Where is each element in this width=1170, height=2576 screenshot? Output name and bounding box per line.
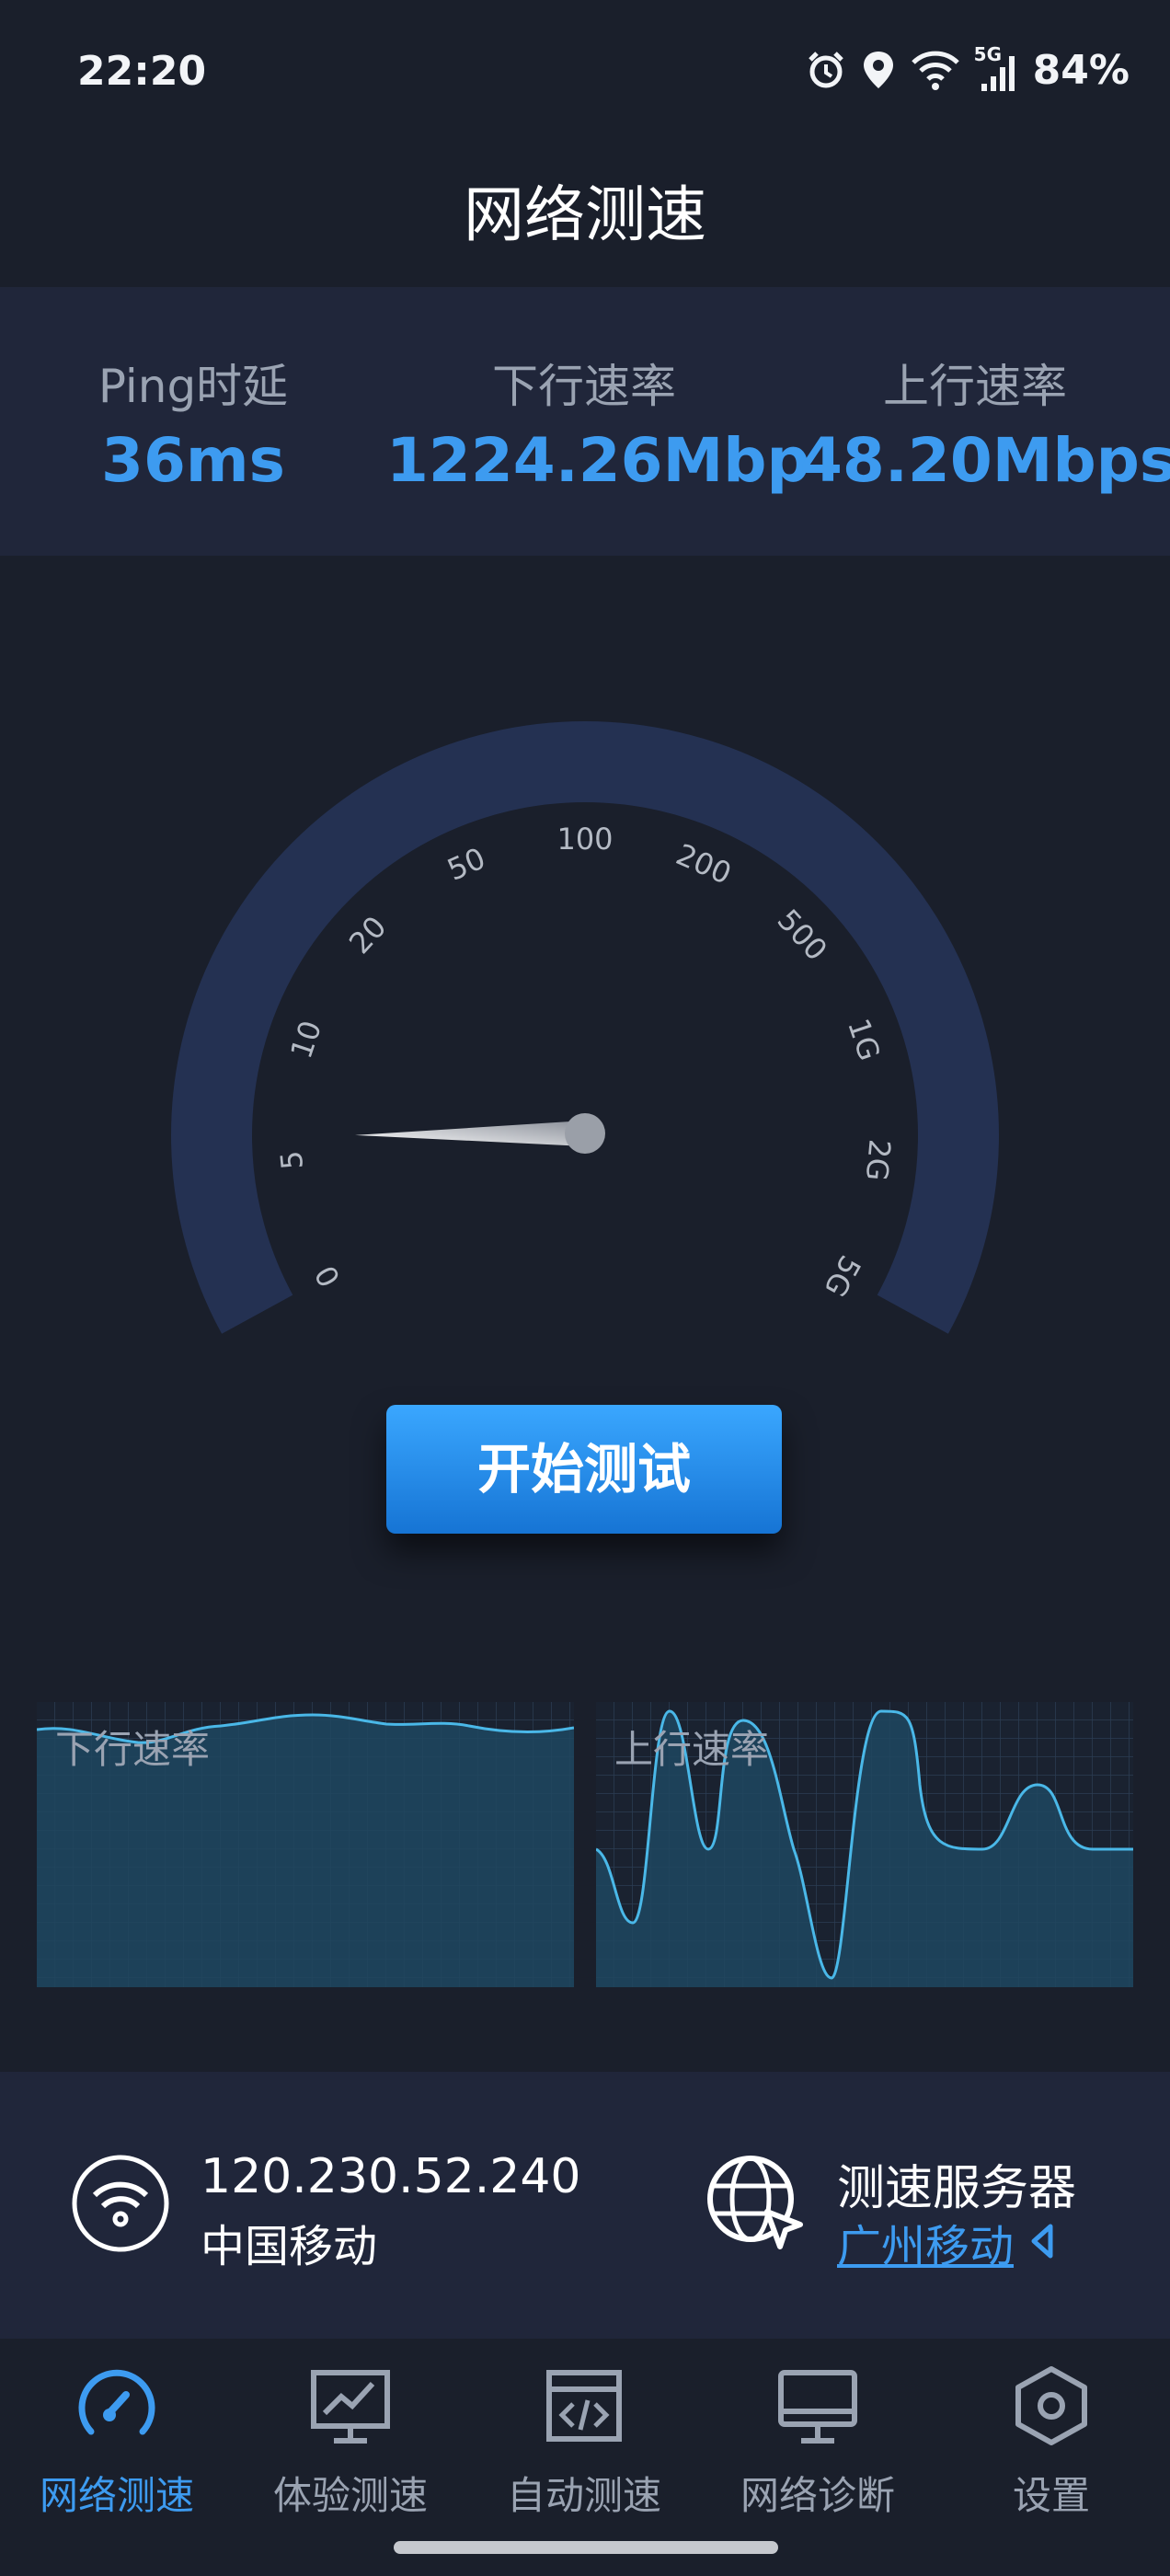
code-window-icon bbox=[467, 2362, 701, 2450]
network-info-panel: 120.230.52.240 中国移动 测速服务器 广州移动 bbox=[0, 2072, 1170, 2339]
gauge-tick-label: 10 bbox=[283, 1017, 328, 1064]
chart-monitor-icon bbox=[234, 2362, 467, 2450]
gauge-tick-labels: 0 5 10 20 50 100 200 5001G 2G 5G bbox=[273, 822, 897, 1303]
nav-label: 设置 bbox=[1012, 2473, 1090, 2518]
nav-experience-speed-test[interactable]: 体验测速 bbox=[234, 2362, 467, 2521]
server-name-link[interactable]: 广州移动 bbox=[837, 2210, 1014, 2274]
server-title: 测速服务器 bbox=[837, 2161, 1077, 2216]
status-time: 22:20 bbox=[77, 48, 207, 95]
gauge-tick-label: 2G bbox=[859, 1138, 898, 1182]
gauge-tick-label: 100 bbox=[556, 822, 613, 857]
speedometer-icon bbox=[0, 2362, 234, 2450]
nav-auto-speed-test[interactable]: 自动测速 bbox=[467, 2362, 701, 2521]
ip-address: 120.230.52.240 bbox=[201, 2149, 581, 2204]
wifi-icon bbox=[910, 50, 961, 90]
desktop-icon bbox=[701, 2362, 935, 2450]
location-icon bbox=[860, 49, 897, 91]
speed-gauge: 0 5 10 20 50 100 200 5001G 2G 5G bbox=[171, 721, 999, 1334]
nav-label: 网络诊断 bbox=[740, 2473, 895, 2518]
stats-panel: Ping时延 36ms 下行速率 1224.26Mbp 上行速率 48.20Mb… bbox=[0, 287, 1170, 556]
download-value: 1224.26Mbp bbox=[386, 425, 810, 496]
ping-stat: Ping时延 36ms bbox=[55, 350, 331, 496]
battery-level: 84% bbox=[1032, 46, 1130, 94]
gauge-needle bbox=[355, 1121, 586, 1146]
download-label: 下行速率 bbox=[492, 360, 676, 413]
gauge-tick-label: 200 bbox=[671, 836, 736, 891]
gauge-tick-label: 20 bbox=[342, 909, 394, 960]
nav-network-speed-test[interactable]: 网络测速 bbox=[0, 2362, 234, 2521]
ping-value: 36ms bbox=[101, 425, 285, 496]
nav-settings[interactable]: 设置 bbox=[935, 2362, 1168, 2521]
wifi-circle-icon bbox=[70, 2153, 171, 2258]
upload-stat: 上行速率 48.20Mbps bbox=[800, 350, 1170, 496]
status-icons: 5G 84% bbox=[805, 42, 1130, 98]
download-stat: 下行速率 1224.26Mbp bbox=[386, 350, 810, 496]
alarm-icon bbox=[805, 49, 847, 91]
nav-network-diagnosis[interactable]: 网络诊断 bbox=[701, 2362, 935, 2521]
nav-label: 体验测速 bbox=[272, 2473, 428, 2518]
gauge-tick-label: 0 bbox=[308, 1259, 348, 1293]
gauge-tick-label: 500 bbox=[771, 903, 834, 968]
upload-label: 上行速率 bbox=[883, 360, 1067, 413]
home-indicator[interactable] bbox=[394, 2541, 778, 2554]
download-speed-chart: 下行速率 bbox=[36, 1702, 575, 1987]
page-title: 网络测速 bbox=[464, 179, 706, 250]
gauge-tick-label: 5 bbox=[273, 1149, 310, 1171]
gauge-needle-hub bbox=[565, 1113, 605, 1154]
gauge-tick-label: 5G bbox=[817, 1249, 867, 1303]
isp-name: 中国移动 bbox=[201, 2221, 378, 2272]
gauge-tick-label: 1G bbox=[841, 1015, 887, 1065]
nav-label: 自动测速 bbox=[506, 2473, 661, 2518]
globe-cursor-icon bbox=[703, 2149, 809, 2260]
upload-speed-chart: 上行速率 bbox=[595, 1702, 1133, 1987]
caret-left-icon[interactable] bbox=[1030, 2223, 1054, 2263]
signal-icon: 5G bbox=[974, 43, 1020, 93]
nav-label: 网络测速 bbox=[39, 2473, 194, 2518]
download-chart-label: 下行速率 bbox=[55, 1727, 211, 1772]
hexagon-settings-icon bbox=[935, 2362, 1168, 2450]
upload-chart-label: 上行速率 bbox=[614, 1727, 770, 1772]
gauge-tick-label: 50 bbox=[442, 841, 491, 888]
start-test-button[interactable]: 开始测试 bbox=[386, 1405, 782, 1534]
ping-label: Ping时延 bbox=[98, 360, 289, 413]
upload-value: 48.20Mbps bbox=[800, 425, 1170, 496]
